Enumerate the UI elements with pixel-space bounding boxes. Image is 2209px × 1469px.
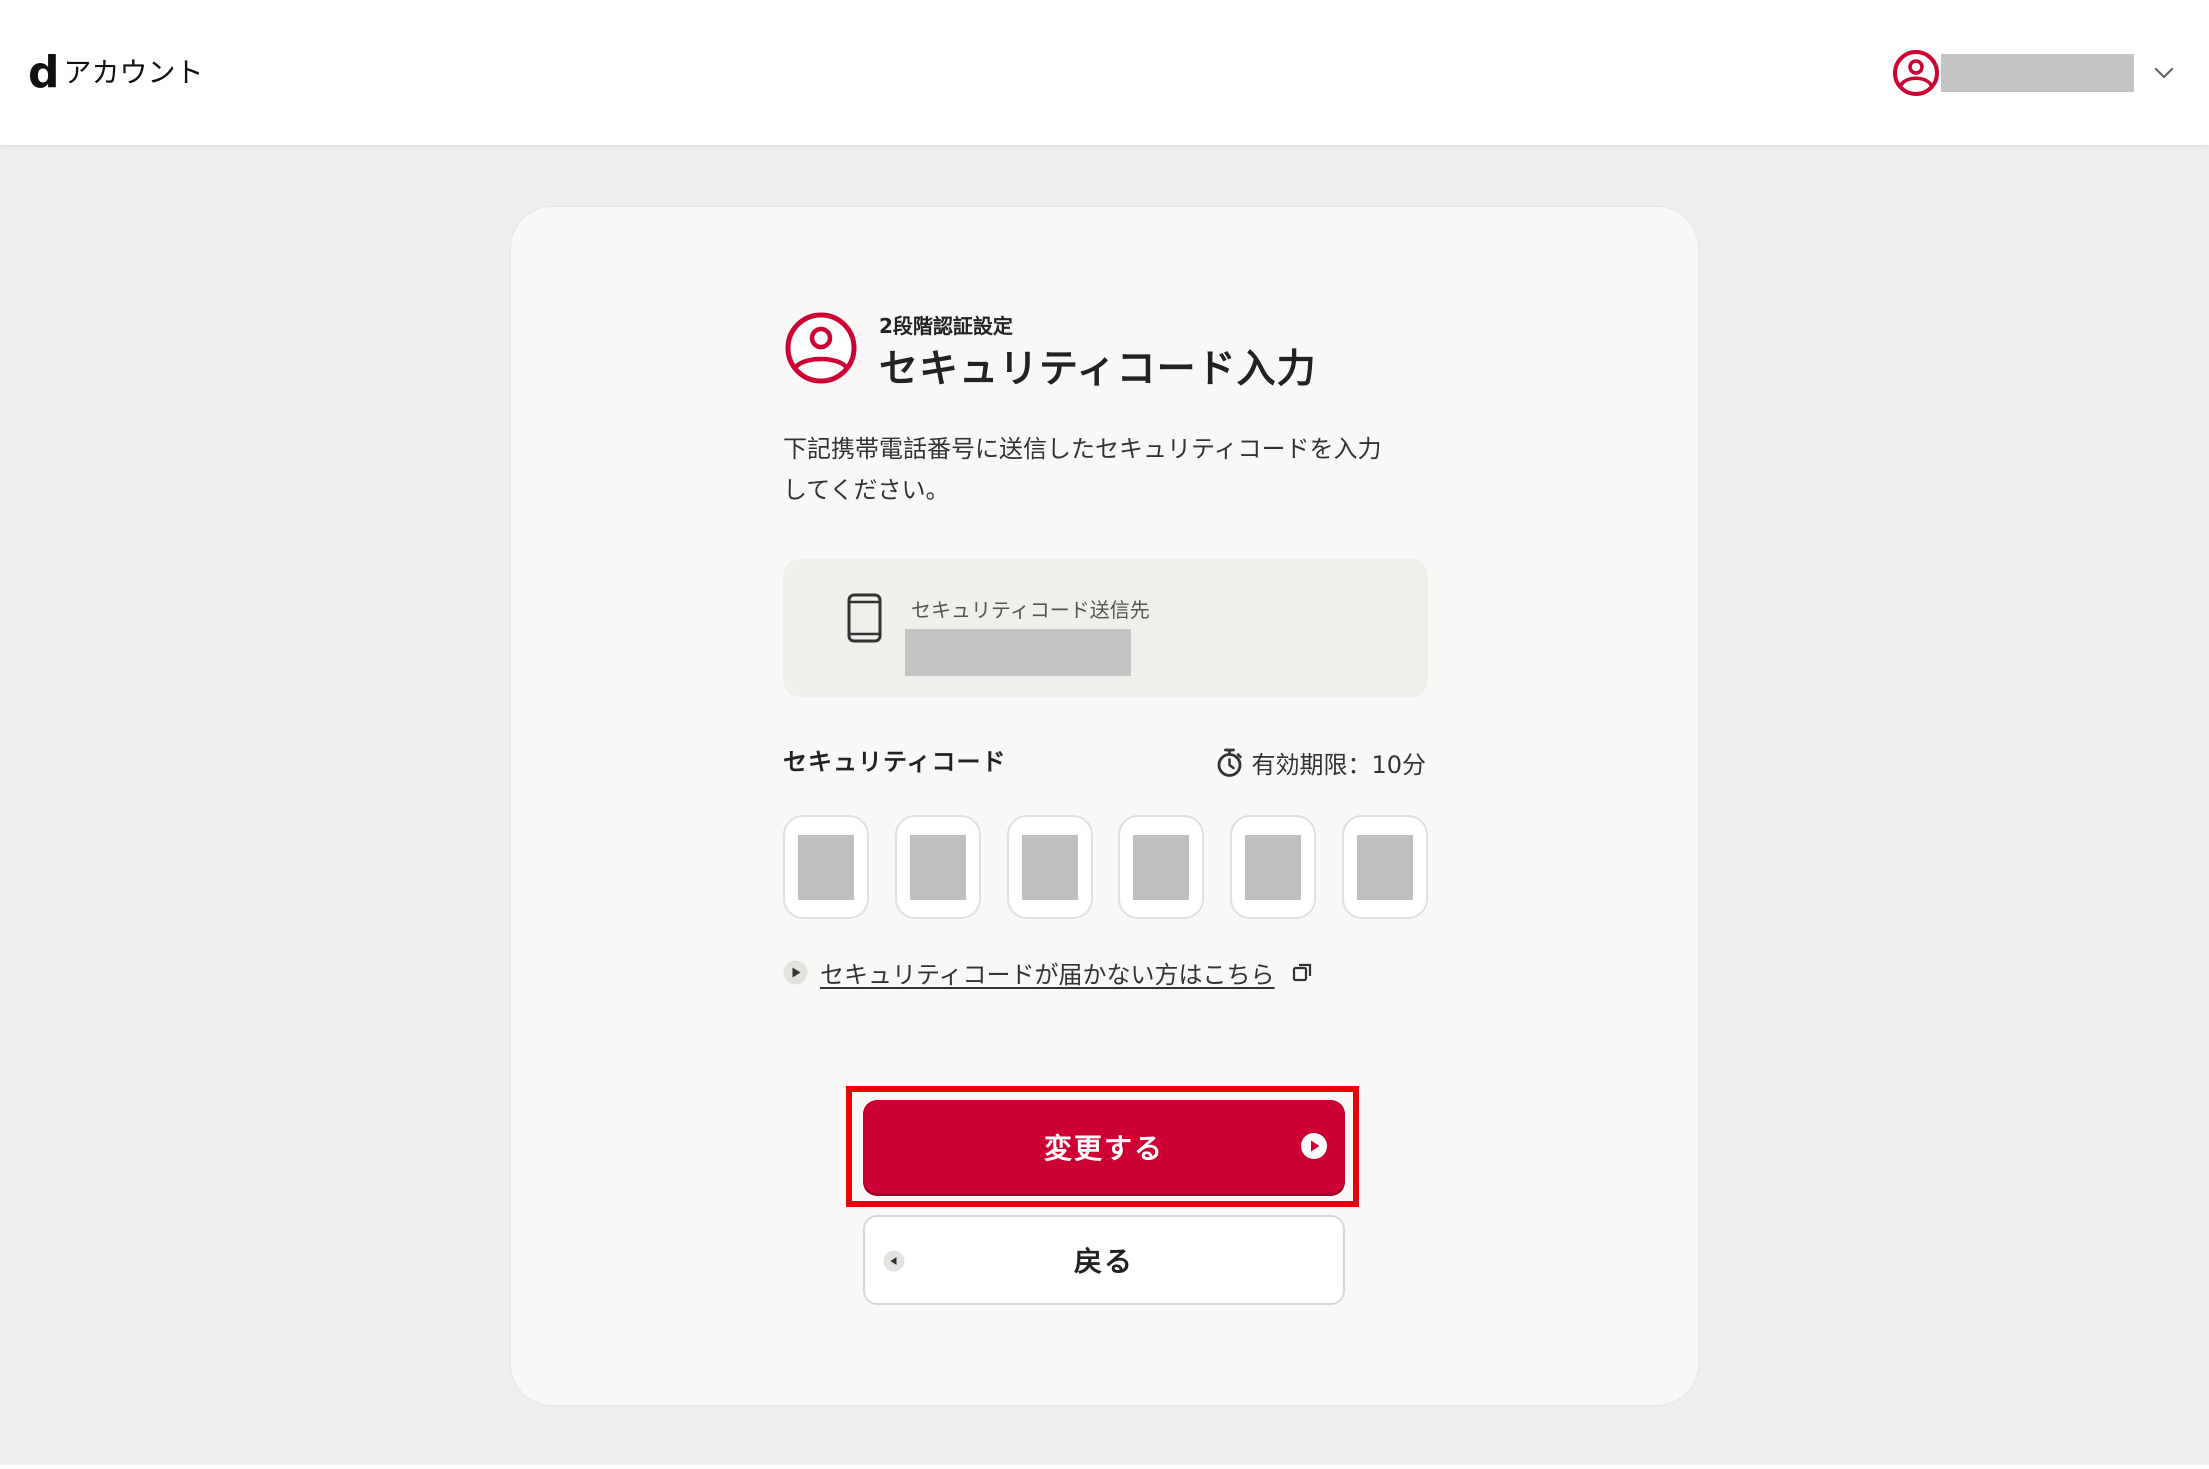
redacted-digit (1133, 834, 1190, 900)
page-title: セキュリティコード入力 (879, 347, 1317, 392)
redacted-digit (798, 834, 854, 900)
logo-mark: d (28, 46, 60, 98)
submit-button-label: 変更する (1043, 1131, 1164, 1165)
redacted-user-name (1941, 54, 2134, 92)
code-digit-input-1[interactable] (783, 815, 869, 919)
play-circle-icon (783, 960, 808, 984)
security-code-inputs (783, 815, 1428, 919)
change-submit-button[interactable]: 変更する (863, 1100, 1345, 1193)
redacted-digit (1356, 834, 1413, 900)
code-not-received-help: セキュリティコードが届かない方はこちら (783, 955, 1313, 990)
security-code-card: 2段階認証設定 セキュリティコード入力 下記携帯電話番号に送信したセキュリティコ… (510, 206, 1699, 1406)
code-digit-input-4[interactable] (1118, 815, 1205, 919)
destination-label: セキュリティコード送信先 (911, 598, 1150, 622)
smartphone-icon (847, 593, 882, 643)
instruction-line-1: 下記携帯電話番号に送信したセキュリティコードを入力 (783, 435, 1382, 463)
top-header: d アカウント (0, 0, 2209, 145)
arrow-left-circle-icon (883, 1250, 905, 1272)
stopwatch-icon (1218, 748, 1243, 777)
user-account-menu[interactable] (1892, 49, 2175, 97)
redacted-phone-number (905, 629, 1131, 676)
code-digit-input-2[interactable] (894, 815, 981, 919)
security-code-label: セキュリティコード (783, 748, 1007, 776)
redacted-digit (1245, 834, 1302, 900)
user-circle-icon (785, 312, 857, 384)
arrow-right-circle-icon (1301, 1133, 1327, 1159)
user-circle-icon (1893, 50, 1939, 96)
expiry-text: 有効期限：10分 (1251, 750, 1426, 779)
d-account-logo[interactable]: d アカウント (28, 0, 204, 145)
instruction-text: 下記携帯電話番号に送信したセキュリティコードを入力 してください。 (783, 429, 1382, 511)
code-digit-input-5[interactable] (1230, 815, 1317, 919)
footer-edge (0, 1465, 2209, 1469)
code-not-received-link[interactable]: セキュリティコードが届かない方はこちら (820, 955, 1275, 990)
back-button[interactable]: 戻る (863, 1215, 1345, 1305)
instruction-line-2: してください。 (783, 476, 950, 504)
code-digit-input-6[interactable] (1341, 815, 1428, 919)
code-digit-input-3[interactable] (1006, 815, 1093, 919)
page-subtitle: 2段階認証設定 (879, 314, 1013, 338)
expiry-notice: 有効期限：10分 (1214, 746, 1426, 779)
destination-panel: セキュリティコード送信先 (783, 559, 1428, 697)
redacted-digit (1021, 834, 1078, 900)
chevron-down-icon (2154, 67, 2174, 79)
redacted-digit (909, 834, 966, 900)
back-button-label: 戻る (1073, 1245, 1134, 1278)
external-window-icon (1292, 963, 1311, 981)
logo-text: アカウント (63, 55, 204, 89)
